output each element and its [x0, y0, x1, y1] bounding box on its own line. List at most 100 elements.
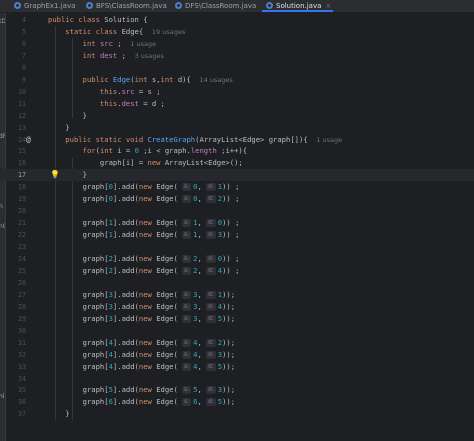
code-line-7[interactable]: 7 int dest ; 3 usages	[0, 50, 474, 62]
line-number: 22	[18, 231, 26, 240]
tab-dfs-classroom-java[interactable]: DFS\ClassRoom.java	[175, 0, 256, 12]
close-tab-icon[interactable]: ×	[325, 2, 331, 10]
usages-hint[interactable]: 1 usage	[316, 136, 342, 144]
code-token: = s ;	[134, 86, 161, 96]
code-token: new	[138, 289, 157, 299]
code-token: ].add(	[112, 301, 139, 311]
code-token: )) ;	[222, 218, 240, 228]
code-line-4[interactable]: 4 public class Solution {	[0, 14, 474, 26]
code-token: new	[138, 265, 157, 275]
code-text: graph[2].add(new Edge( s: 2, d: 0)) ;	[48, 253, 239, 265]
code-line-9[interactable]: 9 public Edge(int s,int d){ 14 usages	[0, 74, 474, 86]
code-token: ].add(	[112, 289, 139, 299]
code-line-11[interactable]: 11 this.dest = d ;	[0, 98, 474, 110]
code-text: graph[1].add(new Edge( s: 1, d: 0)) ;	[48, 217, 239, 229]
code-token: new	[138, 194, 157, 204]
parameter-hint: s:	[182, 255, 192, 263]
code-token: Edge(	[156, 254, 183, 263]
parameter-hint: s:	[182, 386, 192, 395]
usages-hint[interactable]: 1 usage	[130, 40, 156, 48]
code-line-13[interactable]: 13 }	[0, 122, 474, 134]
code-line-8[interactable]: 8	[0, 62, 474, 74]
code-line-14[interactable]: 14 @ public static void CreateGraph(Array…	[0, 134, 474, 146]
annotation-gutter-icon[interactable]: @	[26, 134, 31, 146]
code-token: ,	[197, 397, 207, 407]
code-token: ].add(	[112, 313, 139, 323]
code-token: new	[138, 301, 157, 311]
code-token: ));	[222, 349, 236, 359]
code-line-37[interactable]: 37 }	[0, 408, 474, 420]
line-number: 31	[18, 338, 26, 347]
tab-label: DFS\ClassRoom.java	[185, 2, 257, 10]
code-line-6[interactable]: 6 int src ; 1 usage	[0, 38, 474, 50]
code-line-29[interactable]: 29 graph[3].add(new Edge( s: 3, d: 5));	[0, 313, 474, 325]
code-line-10[interactable]: 10 this.src = s ;	[0, 86, 474, 98]
code-token: Solution {	[104, 15, 148, 24]
line-number: 13	[18, 123, 26, 132]
code-line-27[interactable]: 27 graph[3].add(new Edge( s: 3, d: 1));	[0, 289, 474, 301]
parameter-hint: d:	[206, 302, 216, 311]
code-line-32[interactable]: 32 graph[4].add(new Edge( s: 4, d: 3));	[0, 349, 474, 361]
java-file-icon	[86, 2, 93, 9]
code-line-5[interactable]: 5 static class Edge{ 19 usages	[0, 26, 474, 38]
code-line-34[interactable]: 34	[0, 373, 474, 385]
code-token: ,	[197, 289, 207, 299]
code-line-18[interactable]: 18 graph[0].add(new Edge( s: 0, d: 1)) ;	[0, 181, 474, 193]
code-text: }	[48, 122, 69, 134]
tab-label: GraphEx1.java	[24, 2, 76, 10]
line-number: 7	[22, 51, 26, 60]
code-text: }	[48, 169, 87, 181]
code-line-25[interactable]: 25 graph[2].add(new Edge( s: 2, d: 4)) ;	[0, 265, 474, 277]
line-number: 11	[18, 99, 26, 108]
parameter-hint: s:	[182, 302, 192, 311]
code-token: ,	[197, 265, 207, 275]
code-token: ].add(	[112, 254, 139, 263]
parameter-hint: d:	[206, 362, 216, 371]
code-text: graph[3].add(new Edge( s: 3, d: 5));	[48, 313, 235, 325]
code-line-12[interactable]: 12 }	[0, 110, 474, 122]
code-line-36[interactable]: 36 graph[6].add(new Edge( s: 6, d: 5));	[0, 396, 474, 408]
code-line-33[interactable]: 33 graph[4].add(new Edge( s: 4, d: 5));	[0, 361, 474, 373]
code-token: graph[	[48, 218, 109, 228]
code-token: Edge(	[156, 230, 183, 240]
code-token: Edge	[112, 74, 131, 84]
code-token: new	[138, 182, 157, 192]
code-line-22[interactable]: 22 graph[1].add(new Edge( s: 1, d: 3)) ;	[0, 229, 474, 241]
code-text: }	[48, 408, 69, 420]
tab-graphex1-java[interactable]: GraphEx1.java	[14, 0, 75, 12]
code-line-26[interactable]: 26	[0, 277, 474, 289]
code-token: graph[	[48, 289, 109, 299]
code-token: new	[138, 254, 157, 263]
code-line-35[interactable]: 35 graph[5].add(new Edge( s: 5, d: 3));	[0, 384, 474, 396]
code-token: graph[i] =	[48, 158, 148, 168]
code-line-21[interactable]: 21 graph[1].add(new Edge( s: 1, d: 0)) ;	[0, 217, 474, 229]
line-number: 34	[18, 374, 26, 383]
code-token: ));	[222, 397, 236, 407]
code-line-24[interactable]: 24 graph[2].add(new Edge( s: 2, d: 0)) ;	[0, 253, 474, 265]
code-line-17[interactable]: 17 💡 }	[0, 169, 474, 182]
code-text: graph[4].add(new Edge( s: 4, d: 3));	[48, 349, 235, 361]
code-token: graph[	[48, 182, 109, 192]
code-line-19[interactable]: 19 graph[0].add(new Edge( s: 0, d: 2)) ;	[0, 193, 474, 205]
code-line-15[interactable]: 15 for(int i = 0 ;i < graph.length ;i++)…	[0, 145, 474, 157]
code-line-31[interactable]: 31 graph[4].add(new Edge( s: 4, d: 2));	[0, 337, 474, 349]
code-token: ,	[197, 194, 207, 204]
line-number: 8	[22, 63, 26, 72]
code-token: dest	[121, 98, 139, 108]
code-token: graph[	[48, 194, 109, 204]
code-token: new	[138, 349, 157, 359]
code-line-16[interactable]: 16 graph[i] = new ArrayList<Edge>();	[0, 157, 474, 169]
tab-bfs-classroom-java[interactable]: BFS\ClassRoom.java	[86, 0, 167, 12]
tab-solution-java[interactable]: Solution.java ×	[261, 0, 334, 12]
usages-hint[interactable]: 19 usages	[152, 28, 185, 36]
code-token: s,	[151, 74, 161, 84]
code-line-30[interactable]: 30	[0, 325, 474, 337]
usages-hint[interactable]: 3 usages	[135, 52, 164, 60]
usages-hint[interactable]: 14 usages	[199, 76, 232, 84]
code-line-23[interactable]: 23	[0, 241, 474, 253]
code-line-20[interactable]: 20	[0, 205, 474, 217]
code-text: graph[0].add(new Edge( s: 0, d: 1)) ;	[48, 181, 239, 193]
code-token: ].add(	[112, 385, 139, 395]
code-line-28[interactable]: 28 graph[3].add(new Edge( s: 3, d: 4));	[0, 301, 474, 313]
code-token: i =	[117, 146, 135, 156]
